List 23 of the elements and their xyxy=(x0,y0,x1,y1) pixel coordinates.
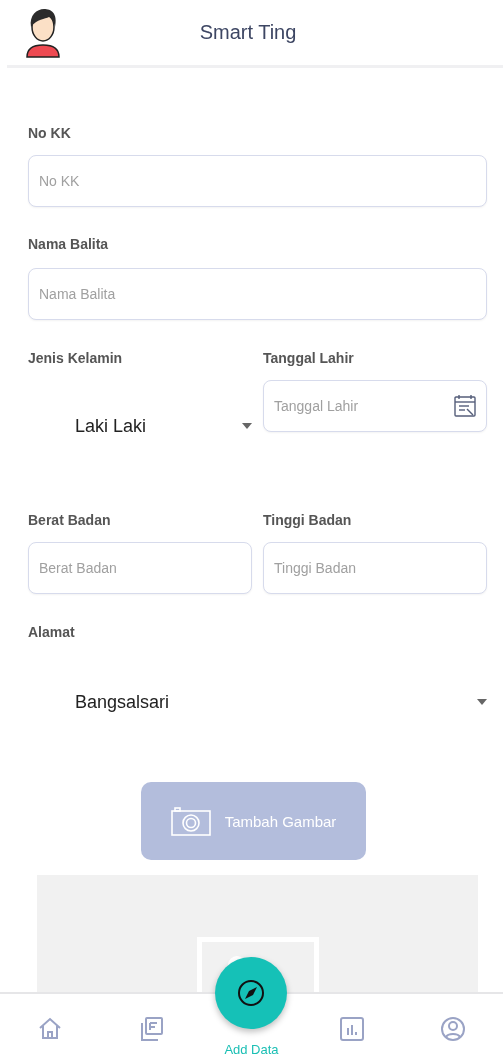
field-label: No KK xyxy=(28,124,72,143)
address-dropdown[interactable]: Bangsalsari xyxy=(28,660,487,744)
gender-dropdown[interactable]: Laki Laki xyxy=(28,380,252,472)
field-label: Berat Badan xyxy=(28,511,112,530)
caret-icon xyxy=(477,699,487,705)
caret-icon xyxy=(242,423,252,429)
compass-button[interactable] xyxy=(215,957,288,1029)
app-title: Smart Ting xyxy=(199,21,298,44)
field-label: Nama Balita xyxy=(28,235,110,254)
calendar-icon xyxy=(454,394,476,418)
input-field[interactable]: Berat Badan xyxy=(28,542,252,594)
chart-icon[interactable] xyxy=(339,1016,366,1042)
input-field[interactable]: No KK xyxy=(28,155,487,207)
profile-icon[interactable] xyxy=(439,1016,466,1042)
compass-icon xyxy=(236,978,267,1008)
field-label: Jenis Kelamin xyxy=(28,349,124,368)
field-label: Tanggal Lahir xyxy=(263,349,355,368)
input-field[interactable]: Nama Balita xyxy=(28,268,487,320)
field-label: Tinggi Badan xyxy=(263,511,353,530)
field-label: Alamat xyxy=(28,623,76,642)
camera-icon xyxy=(170,806,211,836)
input-field[interactable]: Tinggi Badan xyxy=(263,542,487,594)
date-field[interactable]: Tanggal Lahir xyxy=(263,380,487,432)
